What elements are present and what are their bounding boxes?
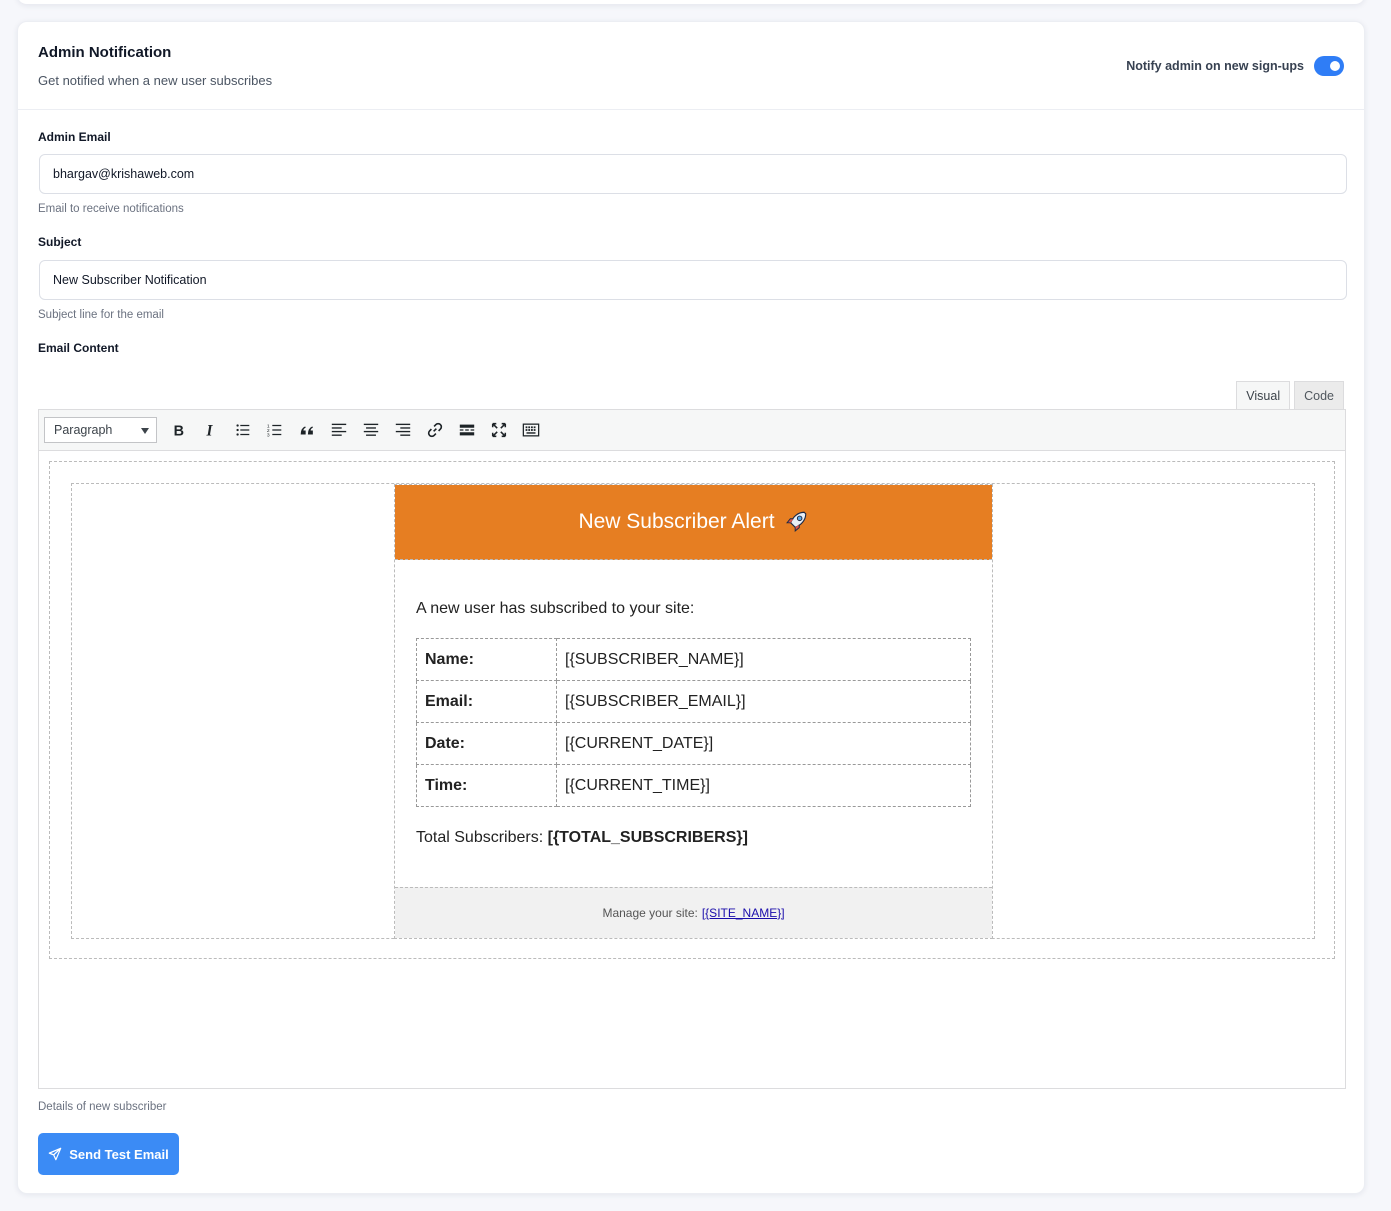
blockquote-icon[interactable] [291,415,323,445]
previous-card-edge [17,0,1365,4]
keyboard-icon[interactable] [515,415,547,445]
numbered-list-icon[interactable]: 123 [259,415,291,445]
notify-toggle[interactable] [1314,56,1344,76]
send-icon [48,1147,62,1161]
admin-email-help: Email to receive notifications [38,203,184,215]
tab-visual[interactable]: Visual [1236,381,1291,409]
align-center-icon[interactable] [355,415,387,445]
format-select[interactable]: Paragraph [44,417,157,443]
bullet-list-icon[interactable] [227,415,259,445]
row-key: Email: [416,680,557,723]
fullscreen-icon[interactable] [483,415,515,445]
row-value: [{SUBSCRIBER_NAME}] [556,638,971,681]
row-key: Date: [416,722,557,765]
total-subscribers: Total Subscribers: [{TOTAL_SUBSCRIBERS}] [416,829,748,847]
row-value: [{CURRENT_TIME}] [556,764,971,807]
align-right-icon[interactable] [387,415,419,445]
subscriber-details-table: Name: [{SUBSCRIBER_NAME}] Email: [{SUBSC… [416,638,971,807]
notify-toggle-label: Notify admin on new sign-ups [1126,59,1304,73]
link-icon[interactable] [419,415,451,445]
total-label: Total Subscribers: [416,829,544,846]
notify-toggle-group: Notify admin on new sign-ups [1126,56,1344,76]
footer-text: Manage your site: [602,906,698,920]
row-value: [{CURRENT_DATE}] [556,722,971,765]
format-select-value: Paragraph [54,423,113,437]
caret-down-icon [141,428,149,434]
email-footer: Manage your site: [{SITE_NAME}] [395,887,992,938]
rocket-icon [785,511,806,532]
card-header: Admin Notification Get notified when a n… [18,22,1364,110]
table-row: Name: [{SUBSCRIBER_NAME}] [416,638,971,681]
svg-text:3: 3 [267,432,270,438]
editor-toolbar: Paragraph B I 123 [39,410,1345,451]
send-test-email-label: Send Test Email [69,1146,169,1162]
row-key: Name: [416,638,557,681]
read-more-icon[interactable] [451,415,483,445]
site-name-link[interactable]: [{SITE_NAME}] [702,906,785,920]
email-preview: New Subscriber Alert A new user has subs… [394,484,993,939]
admin-email-input[interactable]: bhargav@krishaweb.com [39,154,1347,194]
toggle-knob [1330,61,1340,71]
subject-help: Subject line for the email [38,309,164,321]
inner-table-block: New Subscriber Alert A new user has subs… [71,483,1315,939]
table-row: Time: [{CURRENT_TIME}] [416,764,971,807]
editor-tabs: Visual Code [1236,381,1344,409]
rich-text-editor: Paragraph B I 123 New Subscriber Alert A… [38,409,1346,1089]
subject-label: Subject [38,235,82,249]
row-value: [{SUBSCRIBER_EMAIL}] [556,680,971,723]
align-left-icon[interactable] [323,415,355,445]
svg-text:B: B [174,423,184,439]
email-header: New Subscriber Alert [395,485,992,560]
subject-input[interactable]: New Subscriber Notification [39,260,1347,300]
italic-icon[interactable]: I [195,415,227,445]
svg-text:I: I [206,422,214,439]
email-content-help: Details of new subscriber [38,1101,167,1113]
section-description: Get notified when a new user subscribes [38,73,273,88]
send-test-email-button[interactable]: Send Test Email [38,1133,179,1175]
row-key: Time: [416,764,557,807]
admin-email-label: Admin Email [38,130,111,144]
table-row: Date: [{CURRENT_DATE}] [416,722,971,765]
section-title: Admin Notification [38,44,172,61]
email-content-label: Email Content [38,341,119,355]
tab-code[interactable]: Code [1294,381,1344,409]
total-value: [{TOTAL_SUBSCRIBERS}] [547,829,748,846]
email-header-title: New Subscriber Alert [578,510,775,533]
admin-notification-card: Admin Notification Get notified when a n… [17,21,1365,1194]
email-intro: A new user has subscribed to your site: [416,600,695,617]
table-row: Email: [{SUBSCRIBER_EMAIL}] [416,680,971,723]
outer-table-block: New Subscriber Alert A new user has subs… [49,461,1335,959]
bold-icon[interactable]: B [163,415,195,445]
